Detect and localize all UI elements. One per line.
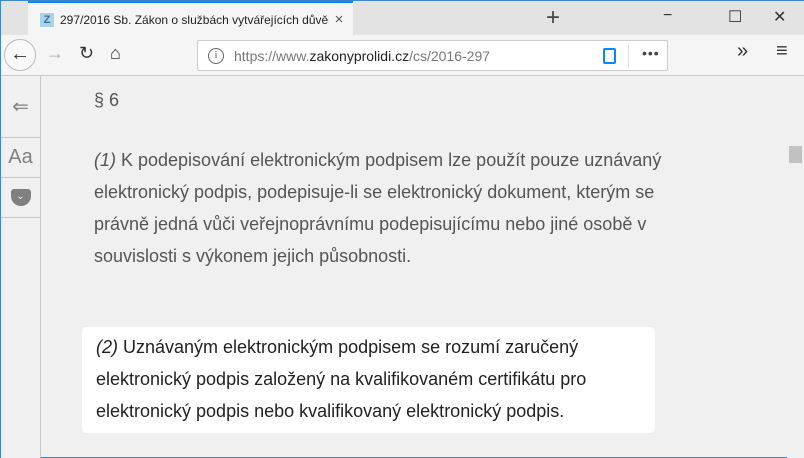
reload-button[interactable]: ↻	[79, 43, 94, 64]
close-reader-button[interactable]: ⇐	[1, 76, 40, 138]
new-tab-button[interactable]: +	[546, 4, 560, 32]
text-size-icon: Aa	[8, 146, 33, 168]
menu-icon[interactable]: ≡	[776, 40, 788, 63]
pocket-icon: ⌄	[10, 189, 31, 206]
paragraph-2-highlighted: (2) Uznávaným elektronickým podpisem se …	[82, 327, 655, 433]
pocket-button[interactable]: ⌄	[1, 178, 40, 218]
info-icon[interactable]: i	[208, 47, 224, 64]
overflow-icon[interactable]: »	[737, 40, 748, 63]
home-button[interactable]: ⌂	[110, 43, 121, 64]
tab-strip: Z 297/2016 Sb. Zákon o službách vytvářej…	[1, 0, 804, 36]
navigation-bar: ← → ↻ ⌂ i https://www. zakonyprolidi.cz/c…	[1, 35, 804, 76]
url-bar[interactable]: i https://www. zakonyprolidi.cz/cs/2016-2…	[197, 40, 668, 71]
scrollbar-thumb[interactable]	[789, 146, 802, 163]
paragraph-text: Uznávaným elektronickým podpisem se rozu…	[96, 337, 587, 421]
tab-active[interactable]: Z 297/2016 Sb. Zákon o službách vytvářej…	[28, 1, 353, 36]
page-actions-icon[interactable]: •••	[642, 45, 660, 61]
paragraph-number: (2)	[96, 337, 118, 357]
forward-button[interactable]: →	[46, 43, 64, 64]
site-favicon-icon: Z	[40, 12, 54, 27]
url-path: /cs/2016-297	[409, 47, 491, 64]
type-controls-button[interactable]: Aa	[1, 138, 40, 178]
reader-view-icon[interactable]	[603, 48, 616, 64]
tab-title: 297/2016 Sb. Zákon o službách vytvářejíc…	[60, 12, 329, 27]
back-button[interactable]: ←	[4, 39, 36, 71]
tab-close-icon[interactable]: ×	[329, 11, 349, 28]
paragraph-text: K podepisování elektronickým podpisem lz…	[94, 150, 662, 266]
section-heading: § 6	[94, 90, 120, 110]
url-host: zakonyprolidi.cz	[309, 47, 410, 64]
close-window-button[interactable]: ✕	[773, 7, 786, 27]
reader-toolbar: ⇐ Aa ⌄	[1, 76, 41, 458]
exit-reader-icon: ⇐	[12, 96, 29, 118]
maximize-button[interactable]: ☐	[728, 7, 742, 27]
paragraph-1: (1) K podepisování elektronickým podpise…	[94, 144, 694, 272]
paragraph-number: (1)	[94, 150, 116, 170]
url-prefix: https://www.	[234, 47, 310, 64]
minimize-button[interactable]: −	[663, 7, 672, 25]
reader-content: § 6 (1) K podepisování elektronickým pod…	[42, 76, 787, 458]
divider	[628, 45, 629, 67]
scrollbar[interactable]	[787, 76, 804, 458]
